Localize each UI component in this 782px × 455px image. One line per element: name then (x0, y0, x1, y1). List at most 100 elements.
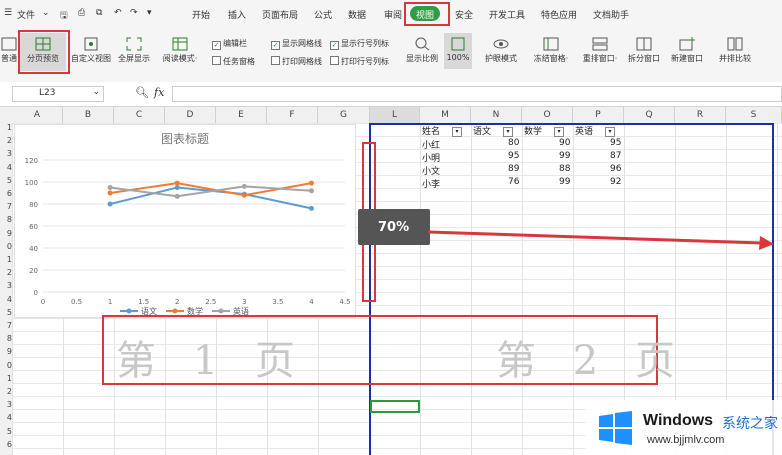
row-header[interactable]: 3 (0, 400, 12, 409)
hamburger-icon[interactable]: ☰ (4, 8, 12, 18)
cell-score[interactable]: 99 (559, 177, 570, 187)
row-header[interactable]: 6 (0, 189, 12, 198)
filter-icon[interactable]: ▾ (452, 126, 463, 137)
row-header[interactable]: 8 (0, 215, 12, 224)
tab-developer[interactable]: 开发工具 (489, 8, 525, 21)
tab-home[interactable]: 开始 (192, 8, 210, 21)
col-g[interactable]: G (318, 107, 370, 123)
fx-icon[interactable]: fx (154, 86, 164, 99)
tab-security[interactable]: 安全 (455, 8, 473, 21)
new-window-button[interactable]: 新建窗口 (668, 34, 706, 64)
col-d[interactable]: D (165, 107, 216, 123)
row-header[interactable]: 1 (0, 255, 12, 264)
preview-icon[interactable]: ⧉ (96, 8, 102, 18)
chart-title[interactable]: 图表标题 (161, 132, 209, 146)
side-by-side-button[interactable]: 并排比较 (716, 34, 754, 64)
row-header[interactable]: 3 (0, 281, 12, 290)
tab-page-layout[interactable]: 页面布局 (262, 8, 298, 21)
row-header[interactable]: 8 (0, 334, 12, 343)
cell-score[interactable]: 88 (559, 164, 570, 174)
row-header[interactable]: 9 (0, 229, 12, 238)
cell-name[interactable]: 小文 (422, 164, 440, 177)
cell-score[interactable]: 87 (610, 151, 621, 161)
row-header[interactable]: 5 (0, 427, 12, 436)
redo-icon[interactable]: ↷ (130, 8, 138, 18)
cell-score[interactable]: 76 (508, 177, 519, 187)
chevron-down-icon[interactable]: ⌄ (42, 8, 50, 18)
undo-icon[interactable]: ↶ (114, 8, 122, 18)
col-n[interactable]: N (471, 107, 522, 123)
cell-score[interactable]: 96 (610, 164, 621, 174)
row-header[interactable]: 2 (0, 136, 12, 145)
row-header[interactable]: 4 (0, 413, 12, 422)
cell-score[interactable]: 90 (559, 138, 570, 148)
row-header[interactable]: 1 (0, 123, 12, 132)
line-chart[interactable]: 图表标题 0 20 40 60 80 100 120 0 0.5 1 1.5 2 2.5 3 3.5 4 4.5… (14, 124, 356, 318)
row-header[interactable]: 4 (0, 163, 12, 172)
col-c[interactable]: C (114, 107, 165, 123)
tab-data[interactable]: 数据 (348, 8, 366, 21)
tab-insert[interactable]: 插入 (228, 8, 246, 21)
col-f[interactable]: F (267, 107, 318, 123)
row-header[interactable]: 1 (0, 374, 12, 383)
more-icon[interactable]: ▾ (147, 8, 152, 18)
eye-mode-button[interactable]: 护眼模式 (482, 34, 520, 64)
tab-doc-assistant[interactable]: 文档助手 (593, 8, 629, 21)
row-header[interactable]: 7 (0, 202, 12, 211)
tab-formula[interactable]: 公式 (314, 8, 332, 21)
col-l[interactable]: L (370, 107, 420, 123)
fullscreen-button[interactable]: 全屏显示 (115, 34, 153, 64)
cell-score[interactable]: 95 (610, 138, 621, 148)
row-header[interactable]: 0 (0, 361, 12, 370)
zoom-100-button[interactable]: 100% (444, 34, 472, 62)
col-e[interactable]: E (216, 107, 267, 123)
row-header[interactable]: 5 (0, 176, 12, 185)
normal-view-button[interactable]: 普通 (0, 34, 18, 64)
row-header[interactable]: 2 (0, 268, 12, 277)
custom-view-button[interactable]: 自定义视图 (70, 34, 112, 64)
rearrange-button[interactable]: 重排窗口· (578, 34, 622, 64)
save-icon[interactable]: 🖫 (60, 8, 68, 24)
freeze-panes-button[interactable]: 冻结窗格· (530, 34, 572, 64)
print-icon[interactable]: ⎙ (78, 8, 85, 18)
col-q[interactable]: Q (624, 107, 675, 123)
filter-icon[interactable]: ▾ (554, 126, 565, 137)
name-box[interactable]: L23 ⌄ (12, 86, 104, 102)
print-grid-checkbox[interactable]: 打印网格线 (271, 56, 322, 67)
active-cell[interactable] (370, 400, 420, 413)
zoom-formula-icon[interactable]: 🔍︎ (135, 86, 149, 99)
cell-name[interactable]: 小红 (422, 138, 440, 151)
show-grid-checkbox[interactable]: ✓ 显示网格线 (271, 38, 322, 50)
filter-icon[interactable]: ▾ (503, 126, 514, 137)
split-window-button[interactable]: 拆分窗口 (626, 34, 662, 64)
header-name[interactable]: 姓名 ▾ (422, 124, 463, 137)
col-a[interactable]: A (12, 107, 63, 123)
row-header[interactable]: 3 (0, 149, 12, 158)
print-headers-checkbox[interactable]: 打印行号列标 (330, 56, 389, 67)
formula-input[interactable] (172, 86, 782, 102)
filter-icon[interactable]: ▾ (605, 126, 616, 137)
reading-mode-button[interactable]: 阅读模式· (158, 34, 202, 64)
row-header[interactable]: 7 (0, 321, 12, 330)
col-o[interactable]: O (522, 107, 573, 123)
row-header[interactable]: 6 (0, 440, 12, 449)
tab-review[interactable]: 审阅 (384, 8, 402, 21)
cell-score[interactable]: 95 (508, 151, 519, 161)
zoom-button[interactable]: 显示比例 (402, 34, 442, 64)
row-header[interactable]: 4 (0, 295, 12, 304)
header-english[interactable]: 英语 ▾ (575, 124, 616, 137)
col-p[interactable]: P (573, 107, 624, 123)
show-headers-checkbox[interactable]: ✓ 显示行号列标 (330, 38, 389, 50)
row-header[interactable]: 0 (0, 242, 12, 251)
header-chinese[interactable]: 语文 ▾ (473, 124, 514, 137)
cell-score[interactable]: 80 (508, 138, 519, 148)
header-math[interactable]: 数学 ▾ (524, 124, 565, 137)
cell-score[interactable]: 99 (559, 151, 570, 161)
tab-special[interactable]: 特色应用 (541, 8, 577, 21)
col-s[interactable]: S (726, 107, 782, 123)
col-b[interactable]: B (63, 107, 114, 123)
cell-name[interactable]: 小李 (422, 177, 440, 190)
col-m[interactable]: M (420, 107, 471, 123)
cell-name[interactable]: 小明 (422, 151, 440, 164)
file-menu[interactable]: 文件 (17, 8, 35, 21)
